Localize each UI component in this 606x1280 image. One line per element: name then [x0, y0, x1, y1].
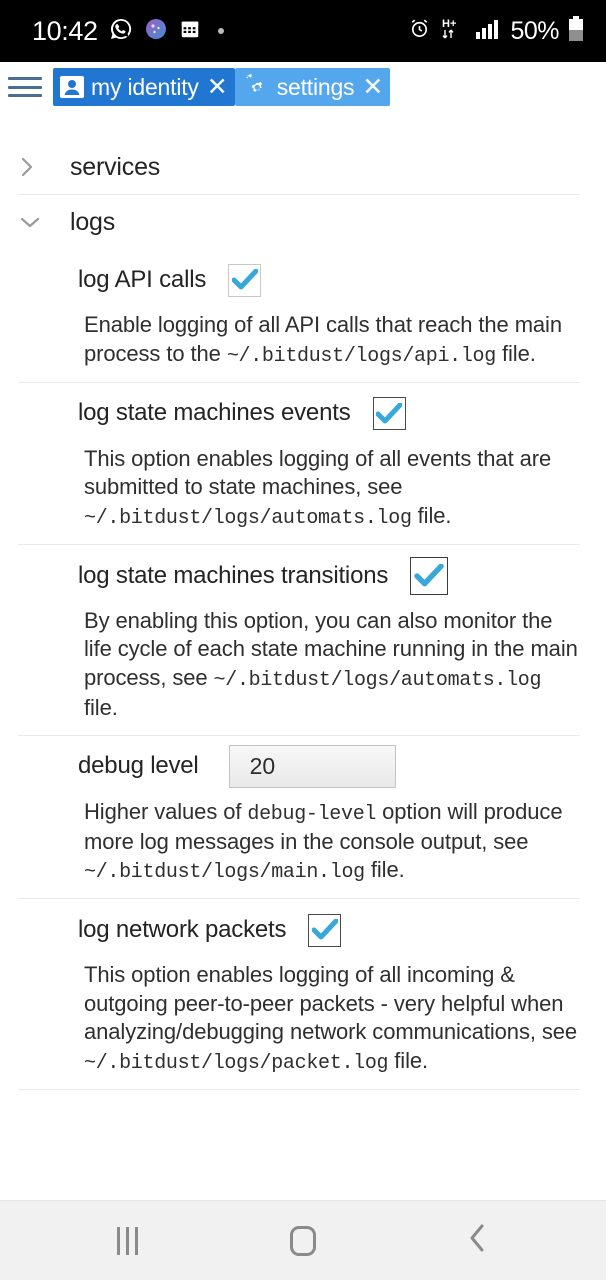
whatsapp-icon — [109, 17, 133, 46]
group-services[interactable]: services — [0, 140, 606, 194]
desc-path: ~/.bitdust/logs/automats.log — [84, 506, 412, 530]
chevron-down-icon — [18, 212, 54, 232]
option-description: This option enables logging of all incom… — [0, 953, 606, 1079]
home-icon — [289, 1225, 316, 1256]
tab-bar: my identity ✕ settings ✕ — [0, 62, 606, 112]
option-title: debug level — [78, 752, 199, 780]
desc-path: ~/.bitdust/logs/automats.log — [213, 668, 542, 692]
desc-text-tail: file. — [495, 340, 536, 366]
group-services-label: services — [70, 152, 161, 181]
alarm-icon — [408, 17, 431, 45]
close-icon[interactable]: ✕ — [362, 74, 383, 100]
status-bar-right: H+ 50% — [408, 15, 584, 47]
option-header: log state machines events — [0, 391, 606, 437]
option-title: log state machines transitions — [78, 561, 389, 589]
recent-apps-icon — [117, 1226, 139, 1255]
dot-icon — [217, 28, 224, 34]
back-button[interactable] — [443, 1213, 513, 1269]
debug-level-input[interactable]: 20 — [228, 745, 396, 789]
desc-text: This option enables logging of all event… — [84, 445, 552, 500]
option-description: Higher values of debug-level option will… — [0, 790, 606, 889]
battery-percent-label: 50% — [510, 16, 559, 45]
settings-content: services logs log API calls Enable loggi… — [0, 112, 606, 1200]
desc-text-tail: file. — [364, 857, 405, 883]
group-logs[interactable]: logs — [0, 195, 606, 249]
desc-text: This option enables logging of all incom… — [84, 962, 578, 1045]
hplus-data-icon: H+ — [440, 16, 466, 47]
option-description: By enabling this option, you can also mo… — [0, 599, 606, 725]
desc-text-tail: file. — [411, 502, 452, 528]
back-chevron-icon — [465, 1221, 491, 1260]
desc-path: ~/.bitdust/logs/api.log — [226, 344, 496, 368]
option-title: log network packets — [78, 915, 287, 943]
tab-my-identity[interactable]: my identity ✕ — [53, 68, 235, 106]
chevron-right-icon — [18, 154, 54, 180]
checkbox-log-state-machines-events[interactable] — [372, 397, 406, 431]
gears-icon — [241, 73, 271, 101]
divider — [18, 1088, 580, 1090]
option-title: log state machines events — [78, 399, 351, 427]
tab-my-identity-label: my identity — [91, 73, 199, 100]
battery-icon — [568, 15, 584, 47]
option-log-api-calls: log API calls Enable logging of all API … — [0, 249, 606, 382]
status-clock: 10:42 — [32, 15, 98, 46]
android-navigation-bar — [0, 1200, 606, 1280]
option-title: log API calls — [78, 265, 207, 293]
option-description: This option enables logging of all event… — [0, 437, 606, 534]
option-header: debug level 20 — [0, 744, 606, 790]
desc-text-tail: file. — [84, 694, 118, 720]
desc-path: ~/.bitdust/logs/main.log — [84, 861, 365, 885]
option-header: log state machines transitions — [0, 553, 606, 599]
desc-keyword: debug-level — [247, 802, 377, 826]
hamburger-menu-icon[interactable] — [8, 74, 42, 100]
status-bar: 10:42 H+ 50% — [0, 0, 606, 62]
checkbox-log-api-calls[interactable] — [228, 263, 262, 297]
app-circle-icon — [144, 17, 168, 46]
option-header: log network packets — [0, 907, 606, 953]
desc-text: Higher values of — [84, 798, 248, 824]
checkbox-log-state-machines-transitions[interactable] — [410, 556, 449, 595]
calendar-icon — [179, 18, 201, 45]
svg-text:H+: H+ — [442, 18, 456, 30]
signal-icon — [475, 18, 501, 45]
option-log-state-machines-events: log state machines events This option en… — [0, 383, 606, 544]
checkbox-log-network-packets[interactable] — [308, 913, 342, 947]
contact-card-icon — [59, 74, 85, 100]
status-bar-left: 10:42 — [32, 16, 224, 47]
option-log-network-packets: log network packets This option enables … — [0, 899, 606, 1089]
option-header: log API calls — [0, 257, 606, 303]
group-logs-label: logs — [70, 207, 116, 236]
option-description: Enable logging of all API calls that rea… — [0, 303, 606, 372]
recent-apps-button[interactable] — [93, 1213, 163, 1269]
desc-path: ~/.bitdust/logs/packet.log — [84, 1051, 389, 1075]
tab-settings-label: settings — [276, 73, 355, 100]
phone-screen: 10:42 H+ 50% my identity ✕ settings ✕ se… — [0, 0, 606, 1280]
home-button[interactable] — [268, 1213, 338, 1269]
tab-settings[interactable]: settings ✕ — [234, 68, 391, 106]
close-icon[interactable]: ✕ — [207, 74, 228, 100]
option-log-state-machines-transitions: log state machines transitions By enabli… — [0, 545, 606, 735]
desc-text-tail: file. — [388, 1047, 429, 1073]
option-debug-level: debug level 20 Higher values of debug-le… — [0, 736, 606, 899]
